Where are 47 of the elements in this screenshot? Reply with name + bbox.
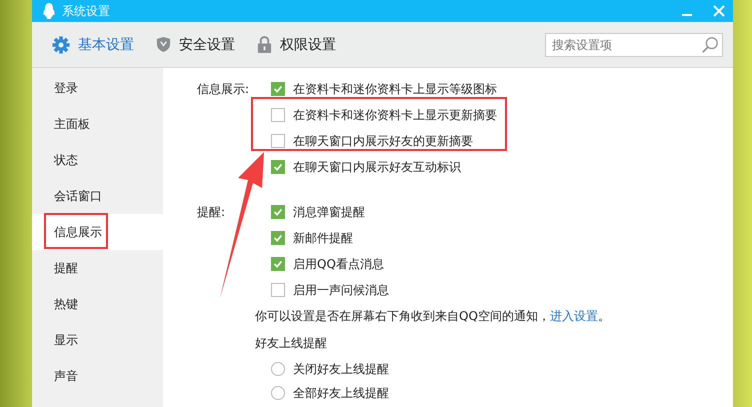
sidebar-item[interactable]: 声音 bbox=[32, 358, 163, 394]
checkbox-label: 新邮件提醒 bbox=[293, 230, 353, 246]
settings-link[interactable]: 进入设置 bbox=[550, 309, 598, 323]
checkbox[interactable] bbox=[271, 108, 285, 122]
settings-tab[interactable]: 基本设置 bbox=[52, 32, 152, 58]
checkbox-label: 消息弹窗提醒 bbox=[293, 204, 365, 220]
shield-icon bbox=[156, 36, 171, 53]
radio-button[interactable] bbox=[271, 386, 285, 400]
sidebar-item[interactable]: 主面板 bbox=[32, 106, 163, 142]
penguin-icon bbox=[42, 3, 56, 19]
checkbox[interactable] bbox=[271, 160, 285, 174]
search-field[interactable]: 搜索设置项 bbox=[545, 32, 723, 56]
checkbox-label: 启用一声问候消息 bbox=[293, 282, 389, 298]
checkbox-label: 在资料卡和迷你资料卡上显示等级图标 bbox=[293, 80, 497, 98]
radio-label: 关闭好友上线提醒 bbox=[293, 360, 389, 378]
checkbox[interactable] bbox=[271, 283, 285, 297]
search-icon bbox=[701, 36, 719, 54]
gear-icon bbox=[52, 36, 70, 54]
lock-icon bbox=[257, 36, 272, 53]
period-text: 。 bbox=[598, 309, 610, 323]
sidebar-item[interactable]: 会话窗口 bbox=[32, 178, 163, 214]
sidebar-item[interactable]: 信息展示 bbox=[32, 214, 163, 250]
window-title: 系统设置 bbox=[62, 2, 110, 20]
checkbox-label: 在资料卡和迷你资料卡上显示更新摘要 bbox=[293, 106, 497, 124]
sidebar-item[interactable]: 状态 bbox=[32, 142, 163, 178]
section-label: 信息展示: bbox=[197, 81, 250, 98]
checkbox[interactable] bbox=[271, 257, 285, 271]
sidebar-item[interactable]: 显示 bbox=[32, 322, 163, 358]
sidebar-item[interactable]: 登录 bbox=[32, 70, 163, 106]
friend-online-title: 好友上线提醒 bbox=[255, 335, 328, 352]
radio-button[interactable] bbox=[271, 362, 285, 376]
checkbox-label: 在聊天窗口内展示好友的更新摘要 bbox=[293, 132, 473, 150]
notice-text: 你可以设置是否在屏幕右下角收到来自QQ空间的通知， bbox=[255, 309, 550, 323]
checkbox[interactable] bbox=[271, 82, 285, 96]
highlight-frame bbox=[44, 213, 108, 249]
settings-tab[interactable]: 安全设置 bbox=[156, 32, 253, 58]
radio-label: 全部好友上线提醒 bbox=[293, 384, 389, 402]
close-icon[interactable] bbox=[713, 5, 725, 17]
settings-tab[interactable]: 权限设置 bbox=[257, 32, 354, 58]
checkbox-label: 在聊天窗口内展示好友互动标识 bbox=[293, 158, 461, 176]
checkbox-label: 启用QQ看点消息 bbox=[293, 256, 384, 272]
section-label: 提醒: bbox=[197, 204, 226, 221]
sidebar-item[interactable]: 提醒 bbox=[32, 250, 163, 286]
sidebar-item[interactable]: 热键 bbox=[32, 286, 163, 322]
checkbox[interactable] bbox=[271, 231, 285, 245]
checkbox[interactable] bbox=[271, 205, 285, 219]
checkbox[interactable] bbox=[271, 134, 285, 148]
